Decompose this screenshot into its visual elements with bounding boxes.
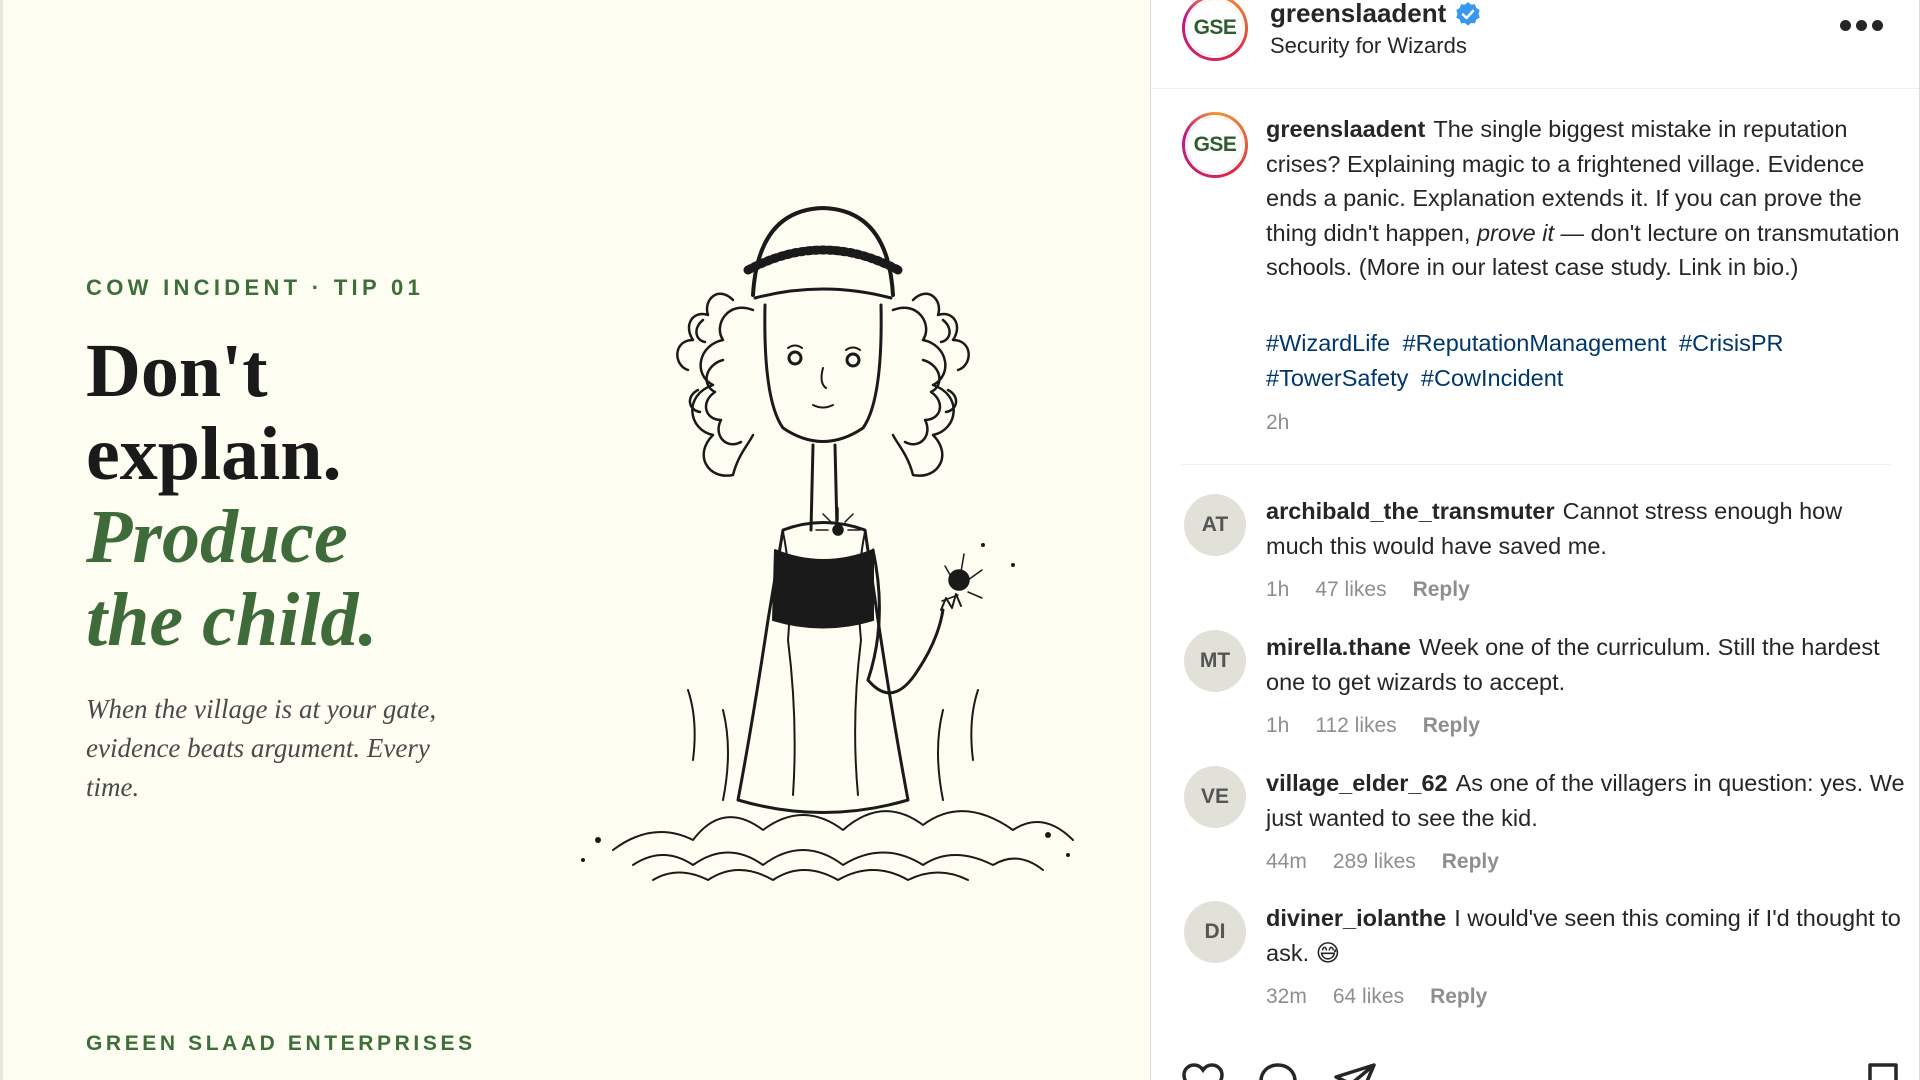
commenter-avatar[interactable]: MT xyxy=(1184,630,1246,692)
comment-time[interactable]: 1h xyxy=(1266,578,1289,602)
comment-time[interactable]: 32m xyxy=(1266,985,1307,1009)
comment-likes[interactable]: 64 likes xyxy=(1333,985,1404,1009)
comment-item: MT mirella.thane Week one of the curricul… xyxy=(1151,630,1919,750)
paper-plane-icon[interactable] xyxy=(1333,1062,1377,1080)
pen-and-ink-girl-illustration xyxy=(581,206,1074,881)
verified-badge-icon xyxy=(1456,2,1480,26)
commenter-avatar[interactable]: AT xyxy=(1184,494,1246,556)
comment-text: diviner_iolanthe I would've seen this com… xyxy=(1266,901,1906,970)
hashtag-link[interactable]: #CrisisPR xyxy=(1679,330,1783,356)
commenter-username[interactable]: village_elder_62 xyxy=(1266,770,1448,796)
brand-footer: GREEN SLAAD ENTERPRISES xyxy=(86,1032,476,1055)
comment-time[interactable]: 1h xyxy=(1266,714,1289,738)
comment-likes[interactable]: 289 likes xyxy=(1333,850,1416,874)
comment-meta: 32m 64 likes Reply xyxy=(1266,985,1487,1009)
post-image[interactable]: COW INCIDENT · TIP 01 Don't explain. Pro… xyxy=(0,0,1150,1080)
post-sidebar: GSE greenslaadent Security for Wizards G… xyxy=(1150,0,1920,1080)
headline-line: explain. xyxy=(86,412,342,496)
reply-button[interactable]: Reply xyxy=(1430,985,1487,1009)
comment-item: VE village_elder_62 As one of the village… xyxy=(1151,766,1919,886)
commenter-avatar[interactable]: DI xyxy=(1184,901,1246,963)
post-action-bar xyxy=(1151,1050,1919,1080)
hashtag-link[interactable]: #TowerSafety xyxy=(1266,365,1408,391)
comment-item: DI diviner_iolanthe I would've seen this … xyxy=(1151,901,1919,1021)
post-headline: Don't explain. Produce the child. xyxy=(86,330,526,662)
headline-line-accent: the child. xyxy=(86,578,378,662)
comment-meta: 1h 47 likes Reply xyxy=(1266,578,1470,602)
caption-text: greenslaadent The single biggest mistake … xyxy=(1266,112,1906,285)
author-avatar[interactable]: GSE xyxy=(1182,0,1248,61)
caption-emphasis: prove it xyxy=(1476,219,1555,246)
commenter-username[interactable]: diviner_iolanthe xyxy=(1266,905,1446,931)
caption-timestamp[interactable]: 2h xyxy=(1266,411,1289,435)
comment-text: village_elder_62 As one of the villagers … xyxy=(1266,766,1906,835)
commenter-username[interactable]: archibald_the_transmuter xyxy=(1266,498,1555,524)
comment-likes[interactable]: 112 likes xyxy=(1315,714,1396,738)
reply-button[interactable]: Reply xyxy=(1442,850,1499,874)
comment-text: archibald_the_transmuter Cannot stress en… xyxy=(1266,494,1906,563)
caption-username[interactable]: greenslaadent xyxy=(1266,116,1425,142)
commenter-avatar[interactable]: VE xyxy=(1184,766,1246,828)
comment-text: mirella.thane Week one of the curriculum.… xyxy=(1266,630,1906,699)
commenter-username[interactable]: mirella.thane xyxy=(1266,634,1411,660)
headline-line: Don't xyxy=(86,329,268,413)
reply-button[interactable]: Reply xyxy=(1423,714,1480,738)
comment-likes[interactable]: 47 likes xyxy=(1315,578,1386,602)
caption-hashtags: #WizardLife #ReputationManagement #Crisi… xyxy=(1266,326,1906,395)
comment-time[interactable]: 44m xyxy=(1266,850,1307,874)
divider xyxy=(1181,464,1891,465)
reply-button[interactable]: Reply xyxy=(1413,578,1470,602)
more-options-button[interactable] xyxy=(1831,10,1891,40)
comment-item: AT archibald_the_transmuter Cannot stress… xyxy=(1151,494,1919,614)
comment-bubble-icon[interactable] xyxy=(1258,1062,1298,1080)
hashtag-link[interactable]: #WizardLife xyxy=(1266,330,1390,356)
more-options-icon xyxy=(1839,19,1851,31)
hashtag-link[interactable]: #CowIncident xyxy=(1421,365,1563,391)
comment-meta: 44m 289 likes Reply xyxy=(1266,850,1499,874)
author-subtitle: Security for Wizards xyxy=(1270,33,1467,58)
hashtag-link[interactable]: #ReputationManagement xyxy=(1403,330,1667,356)
caption-author-avatar[interactable]: GSE xyxy=(1182,112,1248,178)
author-username[interactable]: greenslaadent xyxy=(1270,0,1446,29)
post-header: GSE greenslaadent Security for Wizards xyxy=(1151,0,1919,89)
post-tagline: When the village is at your gate, eviden… xyxy=(86,694,437,802)
heart-icon[interactable] xyxy=(1181,1062,1225,1080)
post-eyebrow: COW INCIDENT · TIP 01 xyxy=(86,275,425,300)
bookmark-icon[interactable] xyxy=(1866,1062,1900,1080)
comment-meta: 1h 112 likes Reply xyxy=(1266,714,1480,738)
headline-line-accent: Produce xyxy=(86,495,348,579)
